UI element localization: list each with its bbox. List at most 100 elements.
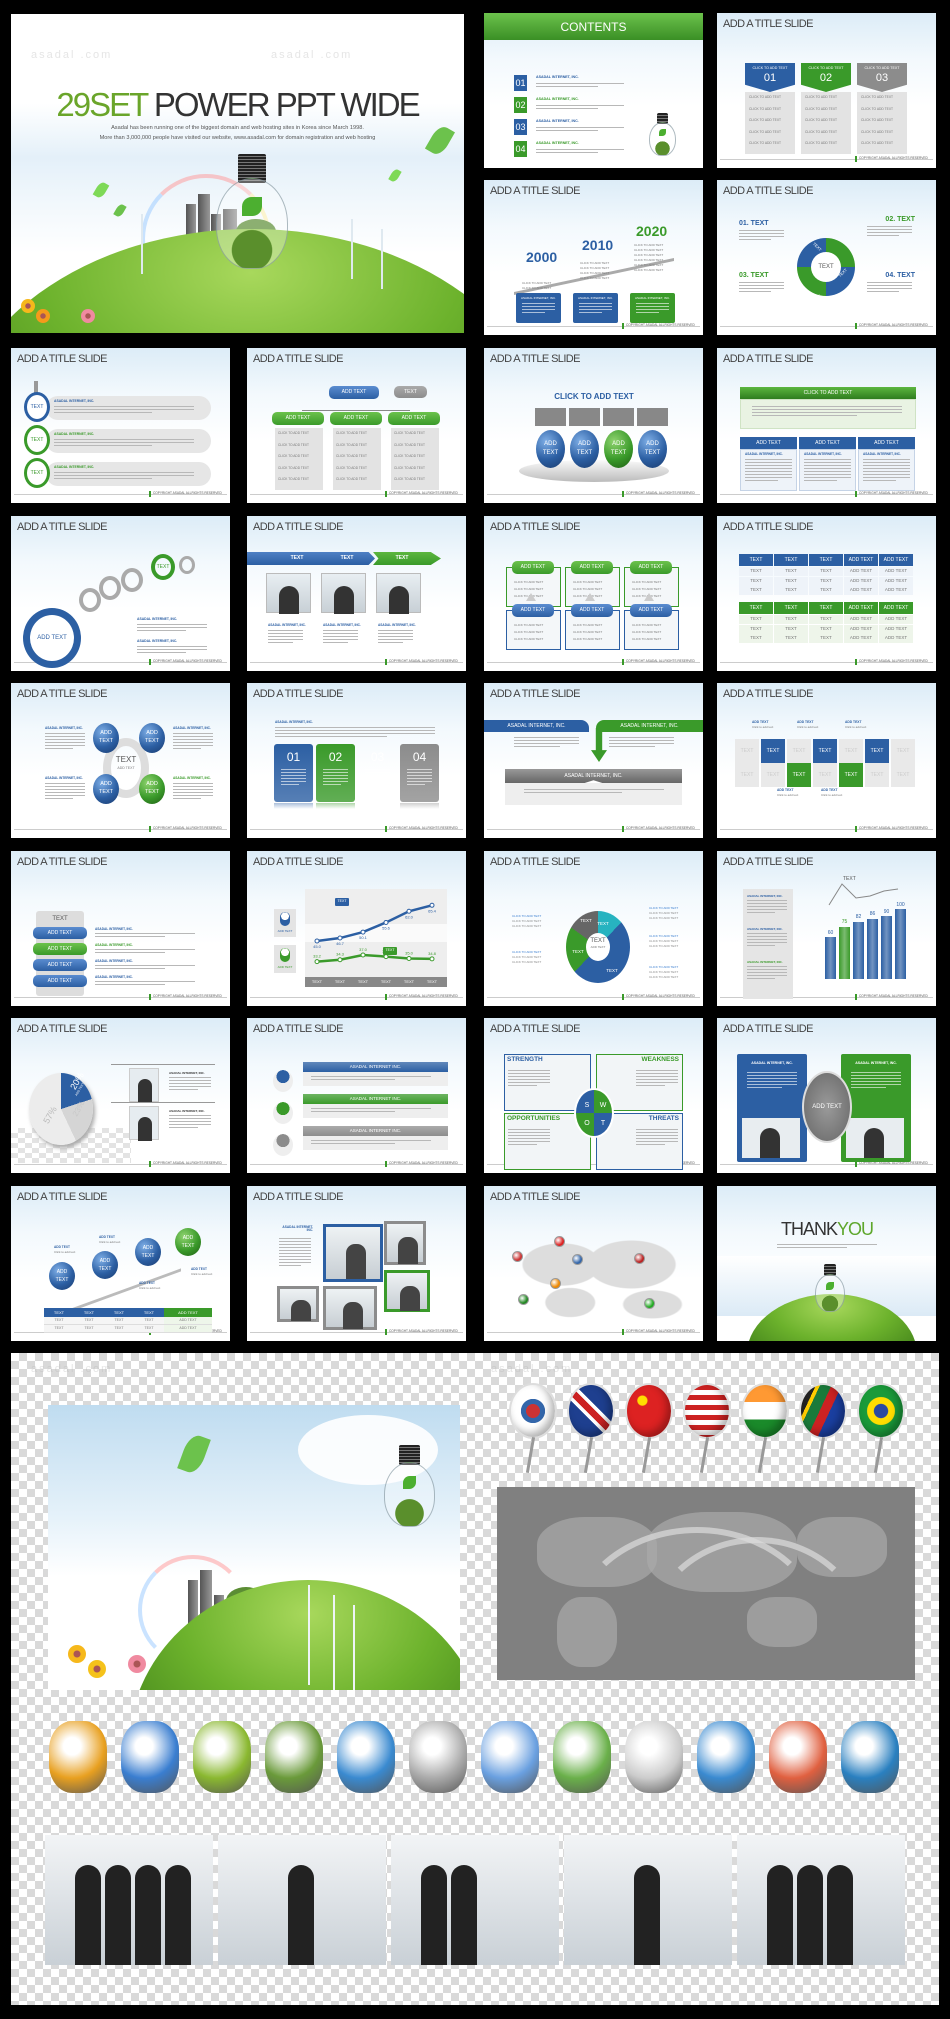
gray-banner: ASADAL INTERNET, INC. [505, 769, 682, 783]
sphere-info-box [569, 408, 600, 426]
slide-thumbnail-23: ADD A TITLE SLIDE COPYRIGHT ASADAL ALLRIG… [247, 1018, 466, 1173]
column-item: CLICK TO ADD TEXT [861, 106, 894, 111]
text-lines [863, 471, 910, 472]
chart-pen-icon [769, 1721, 827, 1793]
text-circle: TEXT [24, 458, 50, 488]
ring-center: TEXT [811, 252, 841, 282]
text-lines [636, 1070, 678, 1071]
ring-segment-label: TEXT [811, 293, 823, 305]
pin-head [857, 1383, 905, 1439]
photo-thumbnail [266, 573, 311, 614]
text-lines [173, 736, 213, 737]
text-lines [95, 968, 165, 969]
text-lines [636, 1129, 678, 1130]
person-silhouette [135, 1865, 161, 1965]
text-lines [54, 442, 194, 443]
donut-segment-label: TEXT [572, 948, 584, 954]
copyright-text: COPYRIGHT ASADAL ALLRIGHTS RESERVED [153, 491, 222, 495]
text-lines [268, 642, 293, 643]
table-cell: TEXT [739, 576, 773, 586]
text-lines [747, 1078, 797, 1079]
data-label: 33.2 [313, 954, 322, 959]
footer-accent [385, 1329, 387, 1335]
text-lines [323, 781, 348, 782]
sphere-info-box [637, 408, 668, 426]
timeline-item: CLICK TO ADD TEXT [634, 268, 664, 272]
text-lines [536, 127, 624, 128]
column-label: ASADAL INTERNET, INC. [804, 452, 842, 456]
copyright-text: COPYRIGHT ASADAL ALLRIGHTS RESERVED [859, 323, 928, 327]
grid-cell: TEXT [813, 739, 837, 763]
pin-needle [757, 1437, 768, 1473]
slide-thumbnail-24: ADD A TITLE SLIDECOPYRIGHT ASADAL ALLRIG… [484, 1018, 703, 1173]
card-reflection [274, 803, 313, 809]
table-cell: ADD TEXT [844, 624, 878, 634]
text-lines [311, 1079, 395, 1080]
sphere-node: ADD TEXT [93, 723, 119, 753]
text-lines [45, 739, 85, 740]
footer-accent [149, 491, 151, 497]
text-lines [508, 1129, 550, 1130]
text-lines [636, 1076, 678, 1077]
slide-thumbnail-15: ADD A TITLE SLIDE COPYRIGHT ASADAL ALLRIG… [247, 683, 466, 838]
text-lines [173, 798, 201, 799]
slide-thumbnail-28: ADD A TITLE SLIDE COPYRIGHT ASADAL ALLRIG… [484, 1186, 703, 1341]
wind-turbine [353, 1605, 355, 1690]
text-lines [323, 639, 358, 640]
footer-accent [149, 1161, 151, 1167]
number-card: 04 [400, 744, 439, 802]
text-lines [323, 642, 348, 643]
table-cell: TEXT [774, 615, 808, 624]
text-lines [609, 740, 674, 741]
office-desk-photo [564, 1835, 732, 1965]
summary-box [740, 399, 916, 429]
sphere-info-box [603, 408, 634, 426]
table-cell: TEXT [74, 1325, 104, 1333]
table-cell: ADD TEXT [844, 576, 878, 586]
person-silhouette [279, 586, 299, 614]
text-lines [45, 783, 85, 784]
table-header-cell: ADD TEXT [844, 602, 878, 614]
text-lines [851, 1087, 886, 1088]
text-lines [311, 1108, 431, 1109]
quadrant-heading: 02. TEXT [885, 216, 915, 223]
table-header-cell: TEXT [44, 1308, 74, 1317]
teacher-icon [121, 1721, 179, 1793]
grid-box-item: CLICK TO ADD TEXT [632, 580, 662, 584]
text-lines [636, 1141, 678, 1142]
person-silhouette [138, 1117, 152, 1141]
thank-you-heading: THANK YOU [762, 1218, 892, 1240]
text-lines [323, 633, 358, 634]
sphere-text: TEXT [144, 738, 160, 745]
pin-needle [815, 1437, 826, 1473]
number-card: 02 [316, 744, 355, 802]
flag-pin-icon [550, 1278, 561, 1289]
org-connector [302, 410, 410, 411]
text-lines [863, 465, 910, 466]
text-lines [173, 748, 201, 749]
text-lines [323, 636, 358, 637]
table-cell: TEXT [774, 634, 808, 643]
table-cell: TEXT [74, 1317, 104, 1325]
pin-head [741, 1383, 789, 1439]
text-lines [268, 633, 303, 634]
data-point [314, 938, 320, 944]
column-header: CLICK TO ADD TEXT 03 [857, 63, 907, 92]
text-lines [281, 784, 299, 785]
circle-label: ASADAL INTERNET, INC. [54, 432, 95, 436]
icon-pedestal [273, 1134, 293, 1156]
text-circle: TEXT [24, 392, 50, 422]
footer-accent [385, 826, 387, 832]
org-list-item: CLICK TO ADD TEXT [278, 442, 309, 447]
column-header: CLICK TO ADD TEXT 02 [801, 63, 851, 92]
table-cell: TEXT [739, 615, 773, 624]
text-lines [95, 984, 165, 985]
table-cell: TEXT [774, 624, 808, 634]
footer-accent [385, 1161, 387, 1167]
text-lines [777, 1247, 847, 1248]
photo-thumbnail [129, 1106, 159, 1141]
table-cell: TEXT [739, 586, 773, 595]
data-label: 37.0 [359, 947, 368, 952]
sphere-text: TEXT [542, 449, 559, 456]
text-lines [365, 772, 390, 773]
